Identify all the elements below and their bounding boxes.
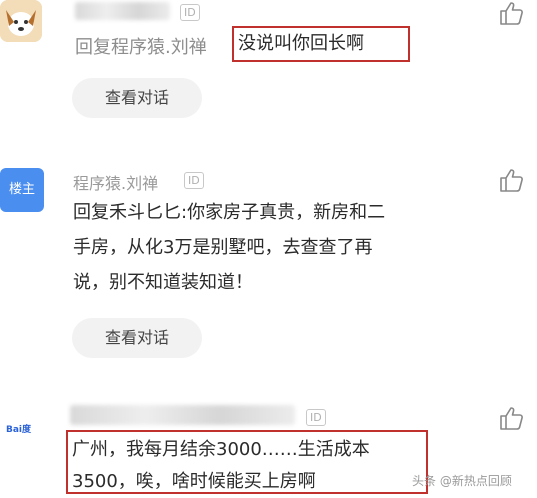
like-button[interactable] <box>498 405 524 431</box>
reply-prefix: 回复程序猿.刘禅 <box>75 37 207 58</box>
like-button[interactable] <box>498 167 524 193</box>
id-badge: ID <box>184 172 204 189</box>
comment-line-2: 手房，从化3万是别墅吧，去查查了再 <box>73 237 373 258</box>
id-badge: ID <box>306 409 326 426</box>
comment-line-2: 3500，唉，啥时候能买上房啊 <box>72 471 316 492</box>
owner-avatar[interactable]: 楼主 <box>0 168 44 212</box>
user-avatar[interactable] <box>0 0 42 42</box>
baidu-logo-avatar[interactable]: Bai度 <box>6 418 46 442</box>
comment-line-3: 说，别不知道装知道！ <box>73 272 253 293</box>
comment-line-1: 广州，我每月结余3000……生活成本 <box>72 439 370 460</box>
dog-avatar-icon <box>0 0 42 42</box>
thumbs-up-icon <box>500 2 523 25</box>
blurred-username <box>70 405 295 425</box>
view-conversation-button[interactable]: 查看对话 <box>72 318 202 358</box>
view-conversation-button[interactable]: 查看对话 <box>72 78 202 118</box>
comment-line-1: 回复禾斗匕匕:你家房子真贵，新房和二 <box>73 202 386 223</box>
thumbs-up-icon <box>500 407 523 430</box>
thumbs-up-icon <box>500 169 523 192</box>
watermark: 头条 @新热点回顾 <box>412 474 512 488</box>
highlighted-reply: 没说叫你回长啊 <box>232 26 410 62</box>
username[interactable]: 程序猿.刘禅 <box>73 170 158 194</box>
like-button[interactable] <box>498 0 524 26</box>
highlighted-comment-box: 广州，我每月结余3000……生活成本 3500，唉，啥时候能买上房啊 <box>66 430 428 494</box>
reply-line: 回复程序猿.刘禅 <box>75 33 207 59</box>
id-badge: ID <box>180 4 200 21</box>
blurred-username <box>75 2 170 20</box>
